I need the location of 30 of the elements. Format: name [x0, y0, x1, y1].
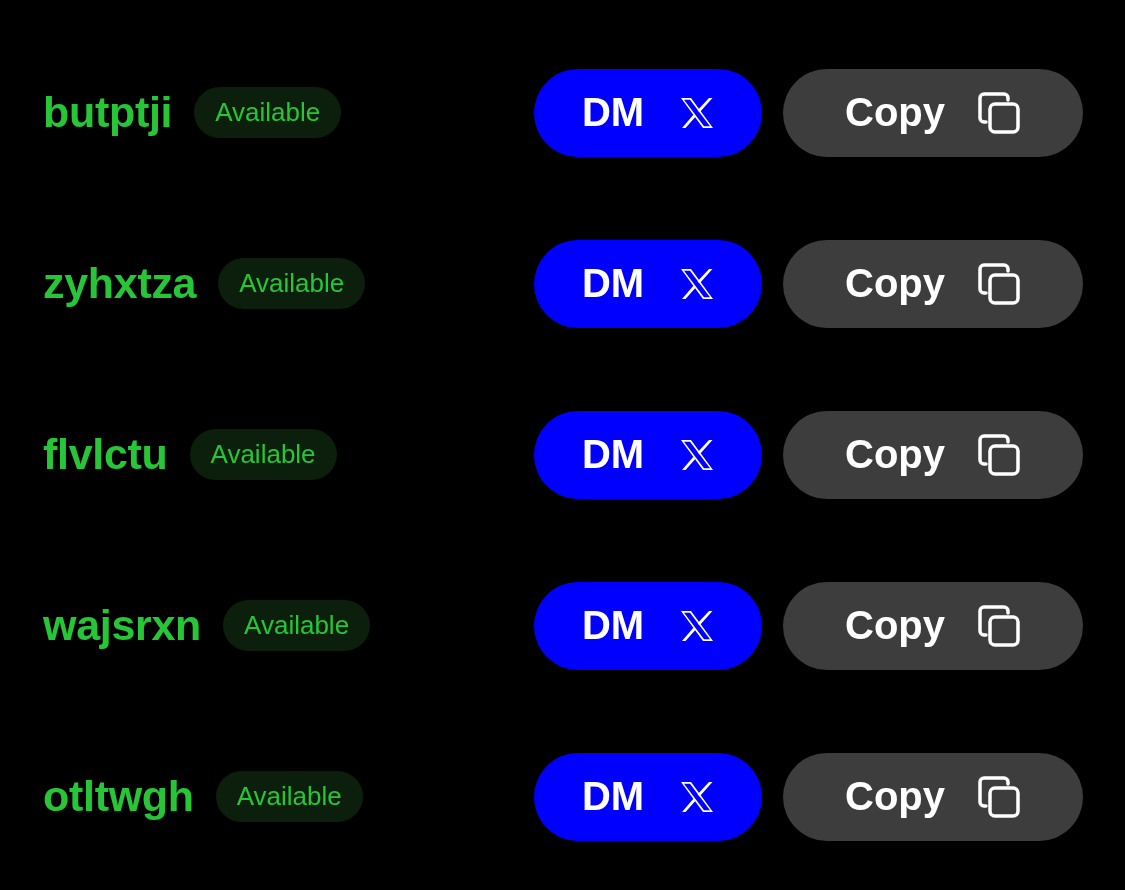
- x-icon: [680, 780, 715, 813]
- x-icon: [680, 96, 715, 129]
- username: zyhxtza: [43, 259, 197, 308]
- status-badge: Available: [223, 600, 371, 651]
- status-badge: Available: [215, 771, 363, 822]
- dm-button[interactable]: DM: [534, 68, 762, 157]
- dm-button[interactable]: DM: [534, 752, 762, 841]
- status-badge: Available: [194, 87, 342, 138]
- copy-button[interactable]: Copy: [783, 68, 1083, 157]
- status-badge: Available: [189, 429, 337, 480]
- dm-button[interactable]: DM: [534, 410, 762, 499]
- username: otltwgh: [43, 772, 194, 821]
- copy-icon: [977, 90, 1021, 135]
- copy-button[interactable]: Copy: [783, 410, 1083, 499]
- x-icon: [680, 438, 715, 471]
- copy-icon: [977, 603, 1021, 648]
- status-badge: Available: [218, 258, 366, 309]
- copy-button[interactable]: Copy: [783, 581, 1083, 670]
- dm-button[interactable]: DM: [534, 581, 762, 670]
- username: flvlctu: [43, 430, 168, 479]
- dm-button[interactable]: DM: [534, 239, 762, 328]
- copy-button[interactable]: Copy: [783, 752, 1083, 841]
- copy-icon: [977, 774, 1021, 819]
- copy-icon: [977, 432, 1021, 477]
- username: wajsrxn: [43, 601, 202, 650]
- x-icon: [680, 267, 715, 300]
- copy-icon: [977, 261, 1021, 306]
- x-icon: [680, 609, 715, 642]
- copy-button[interactable]: Copy: [783, 239, 1083, 328]
- username: butptji: [43, 88, 173, 137]
